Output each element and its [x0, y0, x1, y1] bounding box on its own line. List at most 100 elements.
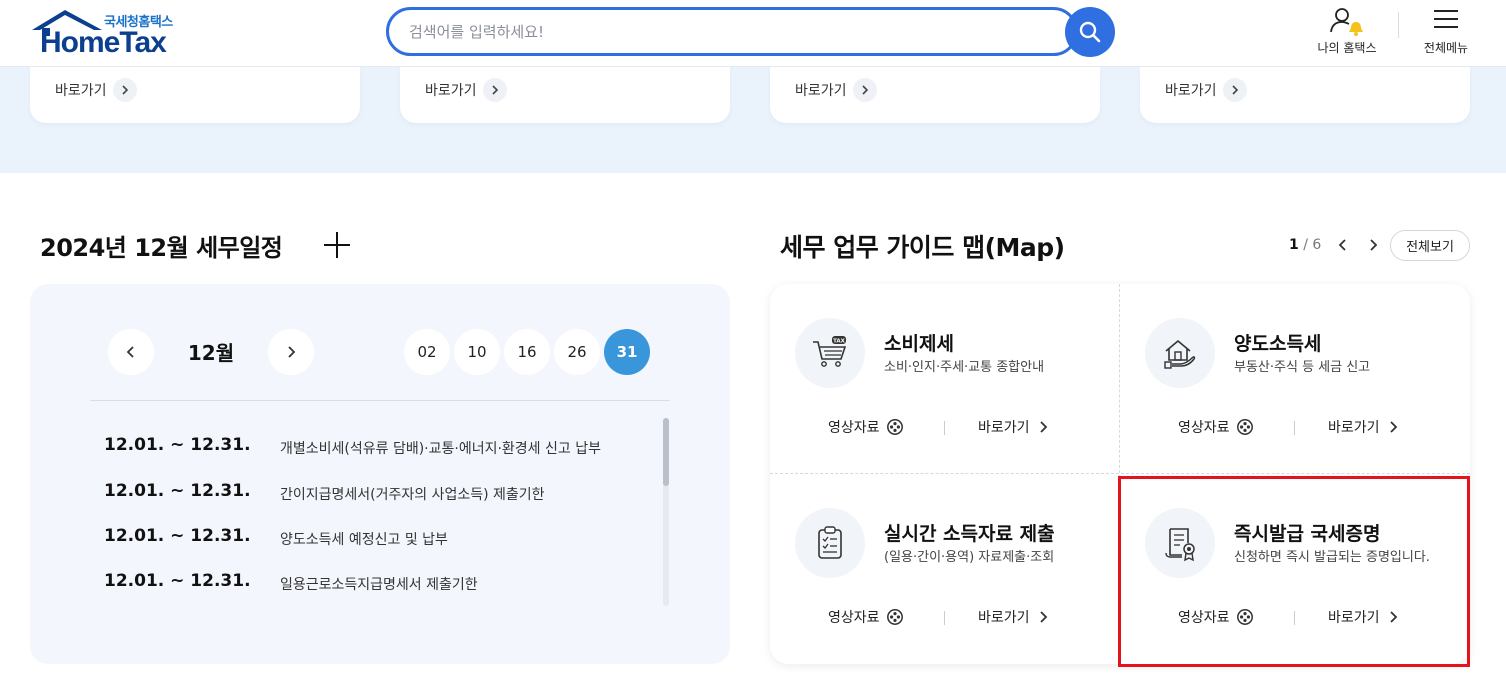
guide-card-desc: (일용·간이·용역) 자료제출·조회 — [884, 550, 1055, 565]
go-link[interactable]: 바로가기 — [1328, 607, 1398, 627]
schedule-date: 12.01. ~ 12.31. — [104, 435, 251, 455]
prev-month-button[interactable] — [108, 329, 154, 375]
day-chip-active[interactable]: 31 — [604, 329, 650, 375]
chevron-right-icon — [1039, 421, 1047, 433]
chevron-right-icon — [1389, 611, 1397, 623]
go-label: 바로가기 — [1328, 610, 1380, 626]
schedule-item[interactable]: 12.01. ~ 12.31. 양도소득세 예정신고 및 납부 — [104, 523, 644, 553]
video-label: 영상자료 — [828, 610, 880, 626]
chevron-right-icon — [1222, 78, 1247, 102]
film-reel-icon — [1236, 609, 1253, 625]
schedule-date: 12.01. ~ 12.31. — [104, 526, 251, 546]
quick-card-link[interactable]: 바로가기 — [1165, 78, 1247, 102]
video-material-link[interactable]: 영상자료 — [828, 417, 904, 437]
schedule-text: 개별소비세(석유류 담배)·교통·에너지·환경세 신고 납부 — [280, 441, 601, 457]
schedule-text: 양도소득세 예정신고 및 납부 — [280, 532, 448, 548]
schedule-panel: 12월 02 10 16 26 31 12.01. ~ 12.31. 개별소비세… — [30, 284, 730, 664]
schedule-title: 2024년 12월 세무일정 — [40, 234, 283, 262]
quick-link-label: 바로가기 — [1165, 83, 1217, 99]
shopping-cart-tax-icon: TAX — [795, 318, 865, 388]
guide-card-title: 즉시발급 국세증명 — [1234, 523, 1381, 545]
film-reel-icon — [886, 419, 903, 435]
calendar-divider — [90, 400, 670, 401]
guide-prev-button[interactable] — [1331, 233, 1355, 257]
guide-card-title: 실시간 소득자료 제출 — [884, 523, 1055, 545]
all-menu-label: 전체메뉴 — [1423, 41, 1469, 55]
chevron-left-icon — [1338, 239, 1346, 251]
schedule-more-button[interactable] — [322, 230, 352, 260]
top-header: 국세청홈택스 HomeTax 나의 홈택스 전체메뉴 — [0, 0, 1506, 67]
view-all-button[interactable]: 전체보기 — [1390, 230, 1470, 261]
guide-next-button[interactable] — [1361, 233, 1385, 257]
chevron-left-icon — [126, 346, 134, 358]
header-divider — [1398, 12, 1399, 38]
guide-card-instant-certificate: 즉시발급 국세증명 신청하면 즉시 발급되는 증명입니다. 영상자료 바로가기 — [1120, 474, 1470, 664]
quick-link-label: 바로가기 — [55, 83, 107, 99]
my-hometax-button[interactable]: 나의 홈택스 — [1308, 6, 1386, 60]
video-material-link[interactable]: 영상자료 — [1178, 417, 1254, 437]
guide-card-desc: 소비·인지·주세·교통 종합안내 — [884, 360, 1045, 375]
chevron-right-icon — [852, 78, 877, 102]
guide-card-realtime-income-data: 실시간 소득자료 제출 (일용·간이·용역) 자료제출·조회 영상자료 바로가기 — [770, 474, 1120, 664]
hometax-logo[interactable]: 국세청홈택스 HomeTax — [30, 8, 190, 60]
guide-card-desc: 신청하면 즉시 발급되는 증명입니다. — [1234, 550, 1430, 565]
chevron-right-icon — [482, 78, 507, 102]
go-label: 바로가기 — [1328, 420, 1380, 436]
day-chip[interactable]: 26 — [554, 329, 600, 375]
my-hometax-label: 나의 홈택스 — [1317, 41, 1377, 55]
quick-link-label: 바로가기 — [795, 83, 847, 99]
schedule-item[interactable]: 12.01. ~ 12.31. 일용근로소득지급명세서 제출기한 — [104, 568, 644, 598]
schedule-date: 12.01. ~ 12.31. — [104, 481, 251, 501]
search-icon — [1079, 21, 1101, 43]
quick-card-1: 바로가기 — [30, 67, 360, 123]
month-label: 12월 — [187, 341, 235, 365]
house-hand-icon — [1145, 318, 1215, 388]
day-chip[interactable]: 16 — [504, 329, 550, 375]
schedule-item[interactable]: 12.01. ~ 12.31. 간이지급명세서(거주자의 사업소득) 제출기한 — [104, 478, 644, 508]
video-material-link[interactable]: 영상자료 — [1178, 607, 1254, 627]
video-label: 영상자료 — [1178, 610, 1230, 626]
next-month-button[interactable] — [268, 329, 314, 375]
guide-card-capital-gains-tax: 양도소득세 부동산·주식 등 세금 신고 영상자료 바로가기 — [1120, 284, 1470, 474]
go-label: 바로가기 — [978, 610, 1030, 626]
schedule-text: 간이지급명세서(거주자의 사업소득) 제출기한 — [280, 487, 545, 503]
quick-card-link[interactable]: 바로가기 — [55, 78, 137, 102]
go-link[interactable]: 바로가기 — [978, 417, 1048, 437]
go-label: 바로가기 — [978, 420, 1030, 436]
video-label: 영상자료 — [1178, 420, 1230, 436]
schedule-item[interactable]: 12.01. ~ 12.31. 개별소비세(석유류 담배)·교통·에너지·환경세… — [104, 432, 644, 462]
quick-card-link[interactable]: 바로가기 — [795, 78, 877, 102]
go-link[interactable]: 바로가기 — [1328, 417, 1398, 437]
chevron-right-icon — [1389, 421, 1397, 433]
day-chip[interactable]: 10 — [454, 329, 500, 375]
pager-current: 1 — [1289, 237, 1299, 253]
schedule-scrollbar-thumb[interactable] — [663, 418, 669, 486]
link-separator — [944, 611, 945, 625]
plus-icon — [324, 232, 350, 258]
link-separator — [1294, 421, 1295, 435]
guide-card-excise-tax: TAX 소비제세 소비·인지·주세·교통 종합안내 영상자료 바로가기 — [770, 284, 1120, 474]
chevron-right-icon — [112, 78, 137, 102]
link-separator — [1294, 611, 1295, 625]
quick-link-label: 바로가기 — [425, 83, 477, 99]
guide-card-desc: 부동산·주식 등 세금 신고 — [1234, 360, 1371, 375]
guide-map-title: 세무 업무 가이드 맵(Map) — [780, 233, 1065, 262]
schedule-date: 12.01. ~ 12.31. — [104, 571, 251, 591]
search-button[interactable] — [1065, 7, 1115, 57]
search-input[interactable] — [407, 19, 1047, 45]
guide-map-panel: TAX 소비제세 소비·인지·주세·교통 종합안내 영상자료 바로가기 양도소득… — [770, 284, 1470, 664]
logo-title: HomeTax — [40, 26, 167, 59]
schedule-text: 일용근로소득지급명세서 제출기한 — [280, 577, 478, 593]
search-bar — [386, 7, 1078, 56]
film-reel-icon — [1236, 419, 1253, 435]
go-link[interactable]: 바로가기 — [978, 607, 1048, 627]
film-reel-icon — [886, 609, 903, 625]
quick-card-2: 바로가기 — [400, 67, 730, 123]
day-chip[interactable]: 02 — [404, 329, 450, 375]
quick-card-link[interactable]: 바로가기 — [425, 78, 507, 102]
chevron-right-icon — [288, 346, 296, 358]
pager-total: / 6 — [1303, 237, 1322, 253]
video-material-link[interactable]: 영상자료 — [828, 607, 904, 627]
all-menu-button[interactable]: 전체메뉴 — [1414, 6, 1478, 60]
video-label: 영상자료 — [828, 420, 880, 436]
